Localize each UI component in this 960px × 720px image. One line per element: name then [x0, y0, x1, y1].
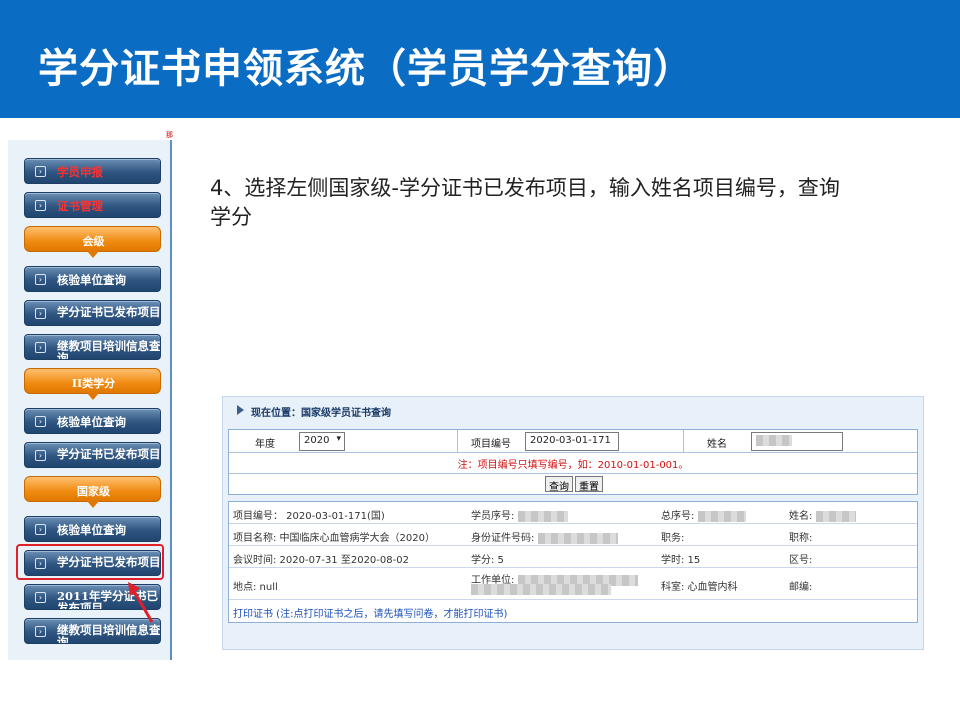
name-label: 姓名: [707, 439, 727, 450]
page-title: 学分证书申领系统（学员学分查询）: [38, 46, 694, 92]
sidebar-item-cert-manage[interactable]: › 证书管理: [24, 192, 161, 218]
sidebar-item-verify-unit-2[interactable]: › 核验单位查询: [24, 408, 161, 434]
arrow-icon: ›: [35, 274, 46, 285]
query-panel: 现在位置：国家级学员证书查询 年度 2020 ▾ 项目编号 2020-03-01…: [222, 396, 924, 650]
print-cert-link[interactable]: 打印证书 (注:点打印证书之后，请先填写问卷，才能打印证书): [233, 605, 507, 620]
reset-button[interactable]: 重置: [575, 476, 603, 493]
table-row: 地点: null 工作单位: 科室: 心血管内科 邮编:: [229, 568, 917, 600]
table-row: 项目名称: 中国临床心血管病学大会（2020） 身份证件号码: 职务: 职称:: [229, 524, 917, 546]
arrow-icon: ›: [35, 416, 46, 427]
arrow-icon: ›: [35, 524, 46, 535]
arrow-icon: ›: [35, 450, 46, 461]
sidebar-item-training-info-1[interactable]: › 继教项目培训信息查询: [24, 334, 161, 360]
search-form: 年度 2020 ▾ 项目编号 2020-03-01-171 姓名 注：项目编号只…: [228, 429, 918, 495]
arrow-icon: ›: [35, 308, 46, 319]
input-note: 注：项目编号只填写编号，如：2010-01-01-001。: [457, 460, 689, 471]
highlight-box: [16, 544, 164, 580]
title-bar: 学分证书申领系统（学员学分查询）: [0, 0, 960, 118]
arrow-icon: ›: [35, 342, 46, 353]
arrow-icon: ›: [35, 626, 46, 637]
project-label: 项目编号: [471, 439, 511, 450]
arrow-icon: ›: [35, 166, 46, 177]
query-button[interactable]: 查询: [545, 476, 573, 493]
group-header-class2[interactable]: II类学分: [24, 368, 161, 400]
arrow-icon: ›: [35, 200, 46, 211]
sidebar-item-student-apply[interactable]: › 学员申报: [24, 158, 161, 184]
result-table: 项目编号： 2020-03-01-171(国) 学员序号: 总序号: 姓名: 项…: [228, 501, 918, 623]
instruction-text: 4、选择左侧国家级-学分证书已发布项目，输入姓名项目编号，查询学分: [210, 176, 840, 229]
pointer-arrow-icon: [128, 582, 154, 623]
play-icon: [237, 405, 244, 415]
arrow-icon: ›: [35, 592, 46, 603]
corner-mark: 那: [166, 131, 173, 139]
sidebar-item-verify-unit-3[interactable]: › 核验单位查询: [24, 516, 161, 542]
group-header-national[interactable]: 国家级: [24, 476, 161, 508]
sidebar-item-published-1[interactable]: › 学分证书已发布项目: [24, 300, 161, 326]
sidebar-item-published-2[interactable]: › 学分证书已发布项目: [24, 442, 161, 468]
name-input[interactable]: [751, 432, 843, 451]
year-label: 年度: [255, 439, 275, 450]
table-row: 项目编号： 2020-03-01-171(国) 学员序号: 总序号: 姓名:: [229, 502, 917, 524]
table-row: 会议时间: 2020-07-31 至2020-08-02 学分: 5 学时: 1…: [229, 546, 917, 568]
project-input[interactable]: 2020-03-01-171: [525, 432, 619, 451]
chevron-down-icon: ▾: [336, 434, 341, 444]
location-breadcrumb: 现在位置：国家级学员证书查询: [251, 408, 391, 419]
sidebar-item-verify-unit-1[interactable]: › 核验单位查询: [24, 266, 161, 292]
group-header-hui[interactable]: 会级: [24, 226, 161, 258]
year-select[interactable]: 2020 ▾: [299, 432, 345, 451]
